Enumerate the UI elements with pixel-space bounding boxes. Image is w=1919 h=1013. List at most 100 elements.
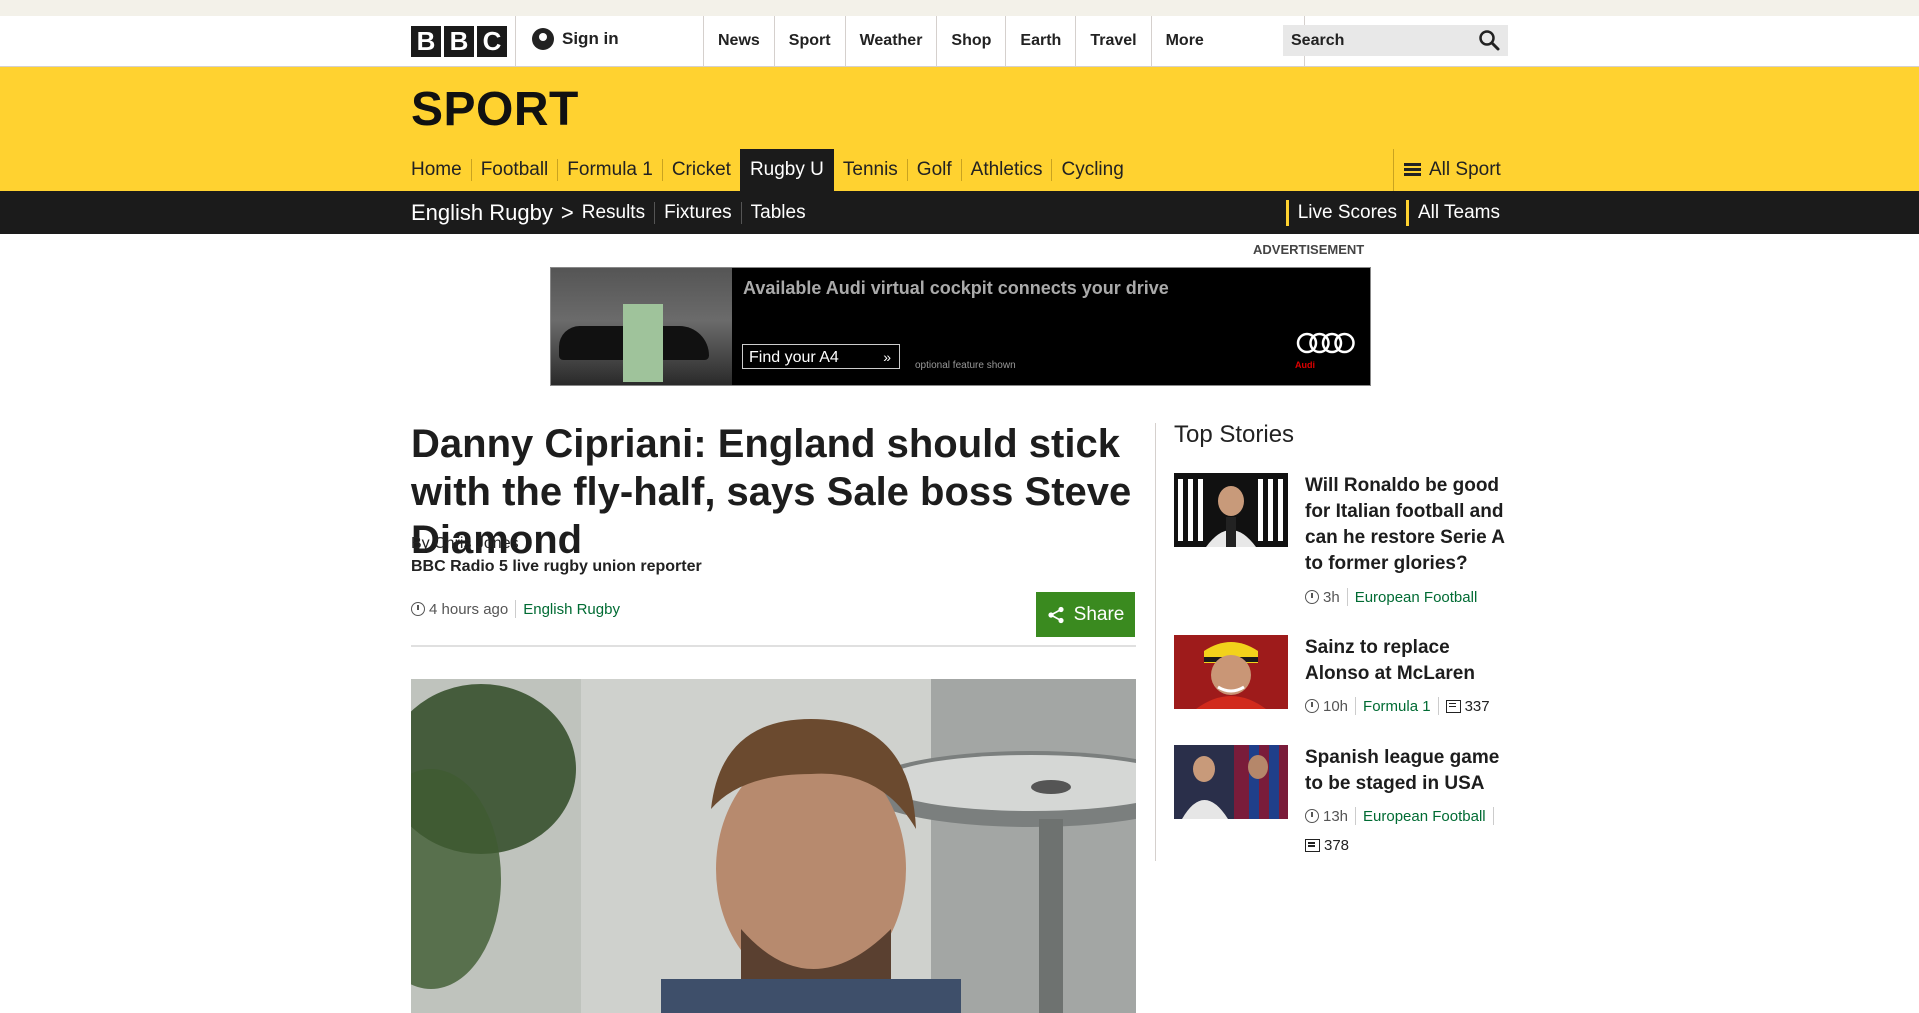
- article-timestamp: 4 hours ago: [429, 600, 509, 618]
- nav-earth[interactable]: Earth: [1005, 16, 1075, 66]
- story-title[interactable]: Spanish league game to be staged in USA: [1305, 745, 1514, 797]
- share-icon: [1048, 606, 1064, 623]
- author-role: BBC Radio 5 live rugby union reporter: [411, 558, 702, 575]
- story-time: 3h: [1323, 588, 1340, 606]
- advert-cta-button[interactable]: Find your A4 »: [742, 344, 900, 369]
- sport-nav-cricket[interactable]: Cricket: [661, 159, 740, 181]
- sidebar-divider: [1155, 423, 1156, 861]
- nav-weather[interactable]: Weather: [844, 16, 937, 66]
- story-meta: 10h Formula 1 337: [1305, 697, 1514, 715]
- advert-banner[interactable]: Available Audi virtual cockpit connects …: [550, 267, 1371, 386]
- story-thumbnail[interactable]: [1174, 473, 1288, 547]
- browser-top-strip: [0, 0, 1919, 16]
- bbc-logo-block: B: [411, 26, 441, 57]
- sport-header: SPORT: [0, 67, 1919, 150]
- story-thumbnail[interactable]: [1174, 745, 1288, 819]
- sport-nav-cycling[interactable]: Cycling: [1051, 159, 1132, 181]
- comment-count[interactable]: 378: [1324, 837, 1349, 854]
- nav-more-label: More: [1165, 32, 1204, 49]
- hero-photo-illustration: [411, 679, 1136, 1013]
- clock-icon: [1305, 809, 1319, 823]
- sport-nav-list: Home Football Formula 1 Cricket Rugby U …: [411, 149, 1133, 191]
- bbc-masthead: B B C Sign in News Sport Weather Shop Ea…: [0, 16, 1919, 67]
- sport-title[interactable]: SPORT: [411, 82, 579, 137]
- masthead-divider: [515, 16, 516, 66]
- sport-nav: Home Football Formula 1 Cricket Rugby U …: [0, 149, 1919, 191]
- subnav-all-teams[interactable]: All Teams: [1405, 199, 1500, 226]
- meta-divider: [515, 600, 517, 618]
- thumbnail-illustration: [1174, 473, 1288, 547]
- story-meta: 13h European Football 378: [1305, 807, 1514, 854]
- subnav-tables[interactable]: Tables: [740, 201, 815, 224]
- article-divider: [411, 645, 1136, 647]
- chevron-right-icon: >: [560, 199, 574, 225]
- meta-divider: [1437, 697, 1439, 715]
- advert-car-image: [551, 268, 732, 385]
- section-subnav: English Rugby > Results Fixtures Tables …: [0, 191, 1919, 234]
- story-time: 13h: [1323, 807, 1349, 825]
- story-meta: 3h European Football: [1305, 588, 1514, 606]
- user-icon: [532, 28, 554, 50]
- story-title[interactable]: Sainz to replace Alonso at McLaren: [1305, 635, 1514, 687]
- article-byline: By Chris Jones: [411, 535, 519, 552]
- sport-nav-home[interactable]: Home: [411, 159, 471, 181]
- search-icon[interactable]: [1477, 28, 1502, 53]
- story-title[interactable]: Will Ronaldo be good for Italian footbal…: [1305, 473, 1514, 577]
- subnav-live-scores[interactable]: Live Scores: [1285, 199, 1397, 226]
- bbc-logo[interactable]: B B C: [411, 26, 507, 57]
- search-input[interactable]: [1283, 25, 1461, 56]
- article-meta: 4 hours ago English Rugby: [411, 600, 620, 618]
- sign-in-link[interactable]: Sign in: [532, 28, 619, 50]
- clock-icon: [1305, 699, 1319, 713]
- advertisement-label: ADVERTISEMENT: [1253, 242, 1365, 257]
- double-chevron-icon: »: [883, 349, 891, 365]
- nav-sport[interactable]: Sport: [773, 16, 845, 66]
- sport-nav-formula-1[interactable]: Formula 1: [557, 159, 662, 181]
- nav-more[interactable]: More ▼: [1150, 16, 1305, 66]
- sport-nav-football[interactable]: Football: [470, 159, 558, 181]
- story-section-link[interactable]: European Football: [1363, 808, 1486, 825]
- share-button[interactable]: Share: [1036, 592, 1135, 637]
- nav-travel[interactable]: Travel: [1075, 16, 1150, 66]
- sport-nav-tennis[interactable]: Tennis: [834, 159, 907, 181]
- story-section-link[interactable]: European Football: [1355, 589, 1478, 606]
- bbc-logo-block: B: [444, 26, 474, 57]
- sport-nav-athletics[interactable]: Athletics: [960, 159, 1052, 181]
- subnav-right: Live Scores All Teams: [1277, 191, 1500, 234]
- all-sport-button[interactable]: All Sport: [1393, 149, 1501, 191]
- sport-nav-rugby-union[interactable]: Rugby U: [739, 149, 834, 191]
- search-box: [1283, 25, 1508, 56]
- subnav-fixtures[interactable]: Fixtures: [654, 201, 741, 224]
- menu-icon: [1404, 163, 1421, 177]
- cockpit-screen: [623, 304, 663, 382]
- section-title-english-rugby[interactable]: English Rugby: [411, 200, 553, 226]
- clock-icon: [1305, 590, 1319, 604]
- sport-nav-golf[interactable]: Golf: [906, 159, 961, 181]
- all-sport-label: All Sport: [1429, 159, 1501, 180]
- top-story-item[interactable]: Will Ronaldo be good for Italian footbal…: [1174, 473, 1514, 613]
- advert-note: optional feature shown: [915, 360, 1016, 371]
- story-section-link[interactable]: Formula 1: [1363, 698, 1431, 715]
- nav-news[interactable]: News: [703, 16, 774, 66]
- article-section-link[interactable]: English Rugby: [523, 601, 620, 618]
- comment-icon: [1445, 699, 1461, 713]
- comment-icon: [1305, 839, 1320, 852]
- nav-shop[interactable]: Shop: [936, 16, 1005, 66]
- top-story-item[interactable]: Sainz to replace Alonso at McLaren 10h F…: [1174, 635, 1514, 730]
- story-thumbnail[interactable]: [1174, 635, 1288, 709]
- meta-divider: [1355, 807, 1357, 825]
- article-hero-image: [411, 679, 1136, 1013]
- subnav-results[interactable]: Results: [582, 202, 654, 224]
- story-time: 10h: [1323, 697, 1349, 715]
- bbc-logo-block: C: [477, 26, 507, 57]
- meta-divider: [1346, 588, 1348, 606]
- share-label: Share: [1073, 603, 1125, 625]
- thumbnail-illustration: [1174, 745, 1288, 819]
- top-stories-title: Top Stories: [1174, 421, 1295, 448]
- subnav-left: English Rugby > Results Fixtures Tables: [411, 191, 815, 234]
- advert-brand: Audi: [1295, 360, 1315, 370]
- advert-cta-label: Find your A4: [749, 349, 839, 366]
- top-story-item[interactable]: Spanish league game to be staged in USA …: [1174, 745, 1514, 860]
- thumbnail-illustration: [1174, 635, 1288, 709]
- comment-count[interactable]: 337: [1465, 698, 1490, 715]
